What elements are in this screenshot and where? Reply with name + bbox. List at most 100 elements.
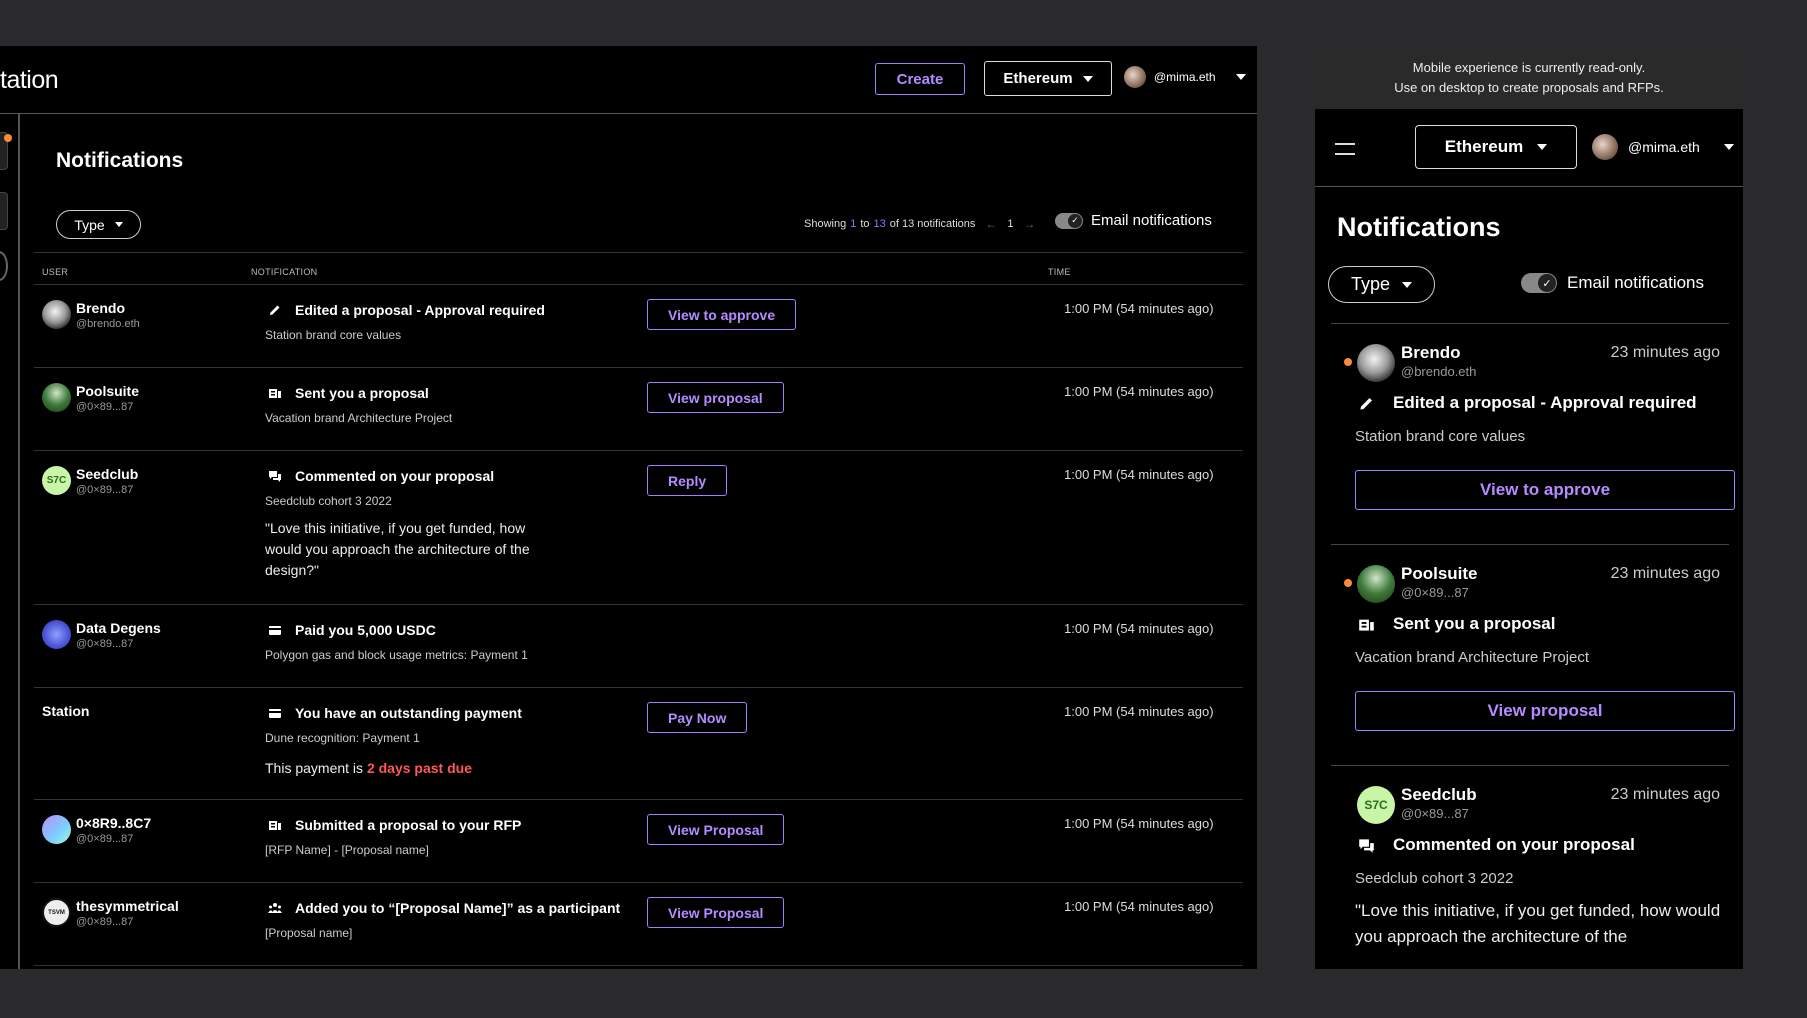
view-proposal-button[interactable]: View proposal	[1355, 691, 1735, 731]
avatar	[42, 383, 71, 412]
table-row[interactable]: Data Degens @0×89...87 Paid you 5,000 US…	[34, 605, 1243, 688]
view-to-approve-button[interactable]: View to approve	[1355, 470, 1735, 510]
user-menu[interactable]: @mima.eth	[1124, 66, 1246, 88]
pager-page[interactable]: 1	[1007, 218, 1013, 230]
type-filter[interactable]: Type	[1328, 266, 1435, 303]
user-name[interactable]: Brendo	[76, 300, 125, 316]
notification-subtitle: Polygon gas and block usage metrics: Pay…	[265, 648, 528, 662]
table-row[interactable]: Station You have an outstanding payment …	[34, 688, 1243, 800]
user-name[interactable]: Data Degens	[76, 620, 161, 636]
pager-to: 13	[873, 218, 886, 230]
email-toggle-label: Email notifications	[1091, 212, 1212, 229]
view-to-approve-button[interactable]: View to approve	[647, 299, 797, 330]
sidebar-avatar[interactable]	[0, 251, 8, 281]
chevron-down-icon	[1082, 75, 1093, 82]
user-handle: @0×89...87	[76, 833, 134, 845]
table-row[interactable]: 0×8R9..8C7 @0×89...87 Submitted a propos…	[34, 800, 1243, 883]
notification-time: 1:00 PM (54 minutes ago)	[1064, 899, 1214, 914]
notification-time: 1:00 PM (54 minutes ago)	[1064, 301, 1214, 316]
chevron-down-icon	[1537, 144, 1548, 150]
notification-title: Edited a proposal - Approval required	[1393, 393, 1697, 412]
column-time: TIME	[1048, 267, 1071, 277]
comment-quote: "Love this initiative, if you get funded…	[265, 520, 530, 578]
toggle-switch[interactable]	[1055, 212, 1083, 229]
notification-subtitle: Vacation brand Architecture Project	[265, 411, 453, 425]
user-name[interactable]: Poolsuite	[76, 383, 139, 399]
menu-icon[interactable]	[1335, 143, 1355, 155]
pager-to-word: to	[860, 218, 870, 230]
comment-quote: "Love this initiative, if you get funded…	[1355, 901, 1721, 946]
table-row[interactable]: Poolsuite @0×89...87 Sent you a proposal…	[34, 368, 1243, 451]
notification-time: 1:00 PM (54 minutes ago)	[1064, 816, 1214, 831]
table-row[interactable]: Brendo @brendo.eth Edited a proposal - A…	[34, 285, 1243, 368]
notification-time: 1:00 PM (54 minutes ago)	[1064, 467, 1214, 482]
notification-time: 23 minutes ago	[1610, 786, 1720, 803]
notifications-table: USER NOTIFICATION TIME Brendo @brendo.et…	[34, 252, 1243, 966]
payment-icon	[269, 626, 281, 635]
user-name[interactable]: Brendo	[1401, 343, 1461, 363]
notification-card[interactable]: S7C Seedclub @0×89...87 23 minutes ago C…	[1331, 766, 1729, 969]
proposal-icon	[1359, 619, 1374, 631]
pager-of: of 13 notifications	[889, 218, 976, 230]
user-handle: @0×89...87	[76, 638, 134, 650]
notification-subtitle: Station brand core values	[265, 328, 402, 342]
notification-time: 23 minutes ago	[1610, 344, 1720, 361]
avatar	[42, 620, 71, 649]
avatar	[42, 300, 71, 329]
chain-selector[interactable]: Ethereum	[1415, 125, 1577, 169]
user-name[interactable]: thesymmetrical	[76, 898, 179, 914]
sidebar-tab[interactable]	[0, 192, 8, 230]
table-row[interactable]: S7C Seedclub @0×89...87 Commented on you…	[34, 451, 1243, 605]
reply-button[interactable]: Reply	[647, 465, 728, 496]
avatar: S7C	[1357, 786, 1395, 824]
notification-subtitle: Seedclub cohort 3 2022	[1355, 870, 1514, 887]
pencil-icon	[270, 305, 280, 315]
pencil-icon	[1360, 398, 1372, 410]
participants-icon	[268, 903, 282, 913]
notification-title: Edited a proposal - Approval required	[295, 302, 545, 318]
user-name[interactable]: Station	[42, 703, 89, 719]
create-button[interactable]: Create	[875, 63, 965, 95]
notification-title: Sent you a proposal	[295, 385, 429, 401]
user-menu[interactable]: @mima.eth	[1592, 134, 1734, 160]
type-filter-label: Type	[74, 216, 105, 233]
view-proposal-button[interactable]: View Proposal	[647, 814, 785, 845]
user-name[interactable]: Poolsuite	[1401, 564, 1478, 584]
toggle-switch[interactable]	[1521, 273, 1557, 293]
arrow-right-icon[interactable]: →	[1024, 217, 1036, 231]
arrow-left-icon[interactable]: ←	[985, 217, 997, 231]
avatar	[1357, 565, 1395, 603]
notification-card[interactable]: Poolsuite @0×89...87 23 minutes ago Sent…	[1331, 545, 1735, 765]
column-notification: NOTIFICATION	[251, 267, 318, 277]
chain-label: Ethereum	[1003, 70, 1073, 87]
notification-subtitle: Station brand core values	[1355, 428, 1526, 445]
email-notifications-toggle[interactable]: Email notifications	[1521, 273, 1704, 293]
view-proposal-button[interactable]: View Proposal	[647, 897, 785, 928]
chevron-down-icon	[1235, 74, 1246, 80]
type-filter[interactable]: Type	[56, 210, 141, 239]
view-proposal-button[interactable]: View proposal	[647, 382, 784, 413]
avatar: TSVM	[42, 898, 71, 927]
avatar	[1357, 344, 1395, 382]
column-user: USER	[42, 267, 69, 277]
pay-now-button[interactable]: Pay Now	[647, 702, 748, 733]
notification-subtitle: Dune recognition: Payment 1	[265, 731, 420, 745]
app-brand[interactable]: tation	[0, 66, 59, 95]
chain-selector[interactable]: Ethereum	[984, 61, 1112, 96]
notification-card[interactable]: Brendo @brendo.eth 23 minutes ago Edited…	[1331, 324, 1735, 544]
user-name[interactable]: Seedclub	[76, 466, 138, 482]
user-name[interactable]: Seedclub	[1401, 785, 1477, 805]
avatar: S7C	[42, 466, 71, 495]
pager-showing: Showing	[804, 218, 847, 230]
chevron-down-icon	[1402, 281, 1413, 288]
notification-title: Submitted a proposal to your RFP	[295, 817, 522, 833]
banner-line: Use on desktop to create proposals and R…	[1394, 80, 1664, 95]
email-notifications-toggle[interactable]: Email notifications	[1055, 212, 1212, 229]
read-only-banner: Mobile experience is currently read-only…	[1315, 46, 1743, 109]
table-row[interactable]: TSVM thesymmetrical @0×89...87 Added you…	[34, 883, 1243, 966]
notification-time: 1:00 PM (54 minutes ago)	[1064, 704, 1214, 719]
user-name[interactable]: 0×8R9..8C7	[76, 815, 151, 831]
page-title: Notifications	[1337, 212, 1501, 242]
notification-subtitle: [Proposal name]	[265, 926, 353, 940]
unread-indicator	[1344, 579, 1352, 587]
